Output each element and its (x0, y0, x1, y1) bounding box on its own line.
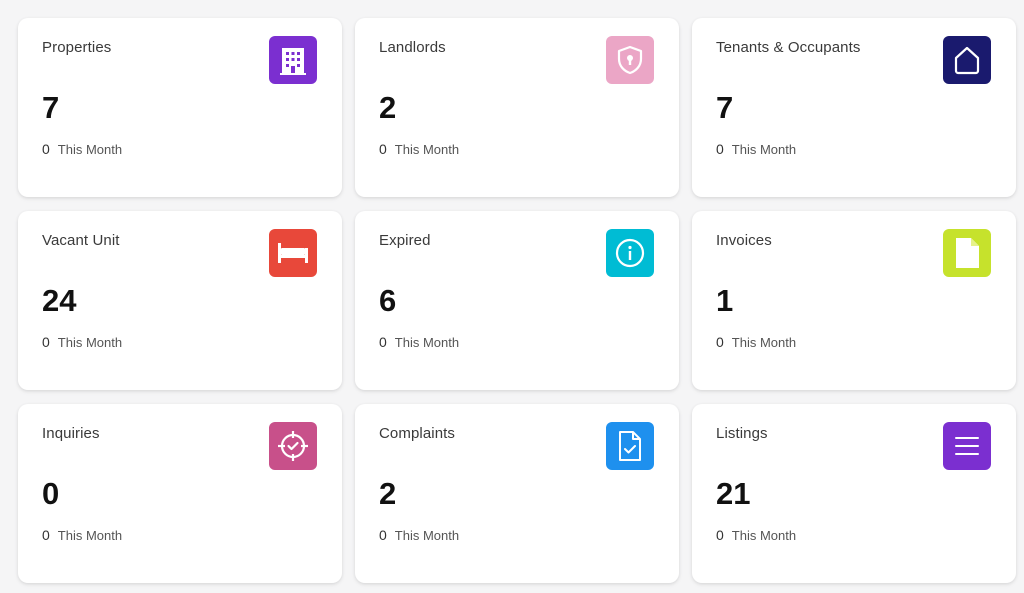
card-subtext: 0 This Month (42, 334, 122, 350)
card-delta: 0 (379, 527, 387, 543)
card-delta: 0 (716, 141, 724, 157)
shield-icon (606, 36, 654, 84)
stats-grid: Properties 7 0 This Month Landlords 2 0 … (18, 18, 1016, 583)
card-period: This Month (731, 528, 797, 543)
card-vacant-unit[interactable]: Vacant Unit 24 0 This Month (18, 211, 342, 390)
file-check-icon (606, 422, 654, 470)
card-title: Tenants & Occupants (716, 39, 861, 56)
card-delta: 0 (379, 141, 387, 157)
card-period: This Month (394, 142, 460, 157)
card-value: 24 (42, 283, 77, 318)
card-title: Expired (379, 232, 431, 249)
card-title: Inquiries (42, 425, 100, 442)
card-title: Invoices (716, 232, 772, 249)
card-period: This Month (394, 528, 460, 543)
card-title: Vacant Unit (42, 232, 120, 249)
menu-icon (943, 422, 991, 470)
card-landlords[interactable]: Landlords 2 0 This Month (355, 18, 679, 197)
card-title: Landlords (379, 39, 446, 56)
card-properties[interactable]: Properties 7 0 This Month (18, 18, 342, 197)
card-period: This Month (731, 335, 797, 350)
card-value: 21 (716, 476, 751, 511)
card-expired[interactable]: Expired 6 0 This Month (355, 211, 679, 390)
card-period: This Month (57, 142, 123, 157)
card-delta: 0 (42, 527, 50, 543)
card-value: 0 (42, 476, 60, 511)
card-subtext: 0 This Month (42, 141, 122, 157)
card-title: Complaints (379, 425, 456, 442)
card-period: This Month (394, 335, 460, 350)
card-listings[interactable]: Listings 21 0 This Month (692, 404, 1016, 583)
card-delta: 0 (42, 334, 50, 350)
card-delta: 0 (716, 334, 724, 350)
card-value: 1 (716, 283, 734, 318)
card-invoices[interactable]: Invoices 1 0 This Month (692, 211, 1016, 390)
info-icon (606, 229, 654, 277)
card-period: This Month (731, 142, 797, 157)
building-icon (269, 36, 317, 84)
card-subtext: 0 This Month (379, 334, 459, 350)
card-subtext: 0 This Month (42, 527, 122, 543)
card-period: This Month (57, 528, 123, 543)
card-delta: 0 (42, 141, 50, 157)
card-value: 7 (42, 90, 60, 125)
document-icon (943, 229, 991, 277)
card-delta: 0 (716, 527, 724, 543)
card-period: This Month (57, 335, 123, 350)
card-subtext: 0 This Month (716, 334, 796, 350)
card-value: 6 (379, 283, 397, 318)
target-icon (269, 422, 317, 470)
card-inquiries[interactable]: Inquiries 0 0 This Month (18, 404, 342, 583)
card-title: Properties (42, 39, 112, 56)
card-tenants-occupants[interactable]: Tenants & Occupants 7 0 This Month (692, 18, 1016, 197)
bed-icon (269, 229, 317, 277)
card-subtext: 0 This Month (716, 141, 796, 157)
home-icon (943, 36, 991, 84)
card-subtext: 0 This Month (379, 527, 459, 543)
card-delta: 0 (379, 334, 387, 350)
card-value: 2 (379, 476, 397, 511)
card-title: Listings (716, 425, 768, 442)
card-value: 2 (379, 90, 397, 125)
card-subtext: 0 This Month (716, 527, 796, 543)
card-subtext: 0 This Month (379, 141, 459, 157)
card-complaints[interactable]: Complaints 2 0 This Month (355, 404, 679, 583)
card-value: 7 (716, 90, 734, 125)
